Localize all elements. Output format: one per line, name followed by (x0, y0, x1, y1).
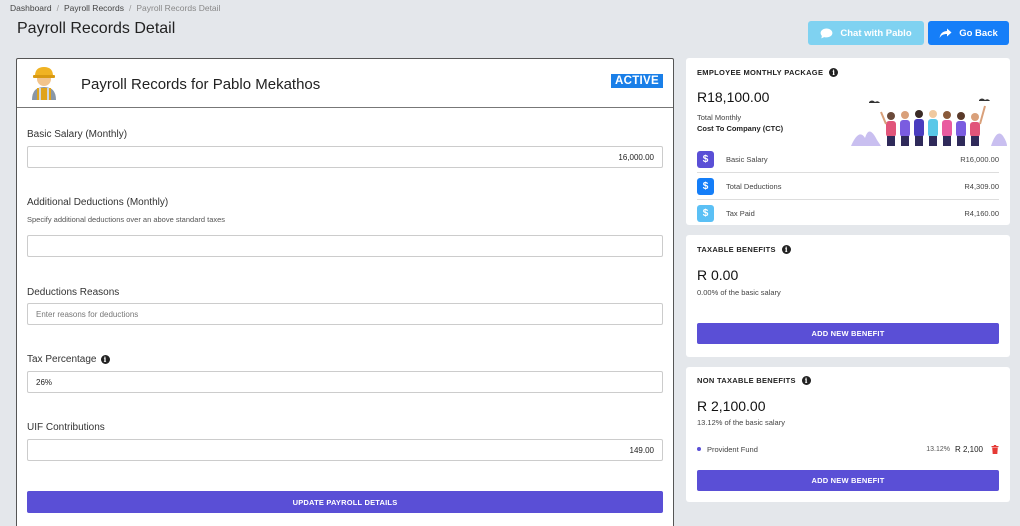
taxable-percent: 0.00% of the basic salary (697, 288, 781, 297)
package-heading: EMPLOYEE MONTHLY PACKAGE (697, 68, 824, 77)
additional-deductions-input[interactable] (27, 235, 663, 257)
non-taxable-amount: R 2,100.00 (697, 398, 766, 414)
uif-contributions-label: UIF Contributions (27, 422, 105, 433)
payroll-record-title: Payroll Records for Pablo Mekathos (81, 76, 321, 93)
trash-icon[interactable] (991, 444, 999, 454)
add-taxable-benefit-button[interactable]: ADD NEW BENEFIT (697, 323, 999, 344)
tax-percentage-label: Tax Percentage (27, 354, 97, 365)
benefit-item-value: R 2,100 (954, 444, 983, 454)
benefit-item-provident-fund: Provident Fund 13.12% R 2,100 (697, 442, 999, 456)
chat-button-label: Chat with Pablo (840, 27, 912, 39)
dollar-icon: $ (697, 151, 714, 168)
package-sub-ctc: Cost To Company (CTC) (697, 124, 784, 133)
breadcrumb-current: Payroll Records Detail (136, 3, 221, 13)
status-badge: ACTIVE (611, 74, 663, 88)
add-non-taxable-benefit-button[interactable]: ADD NEW BENEFIT (697, 470, 999, 491)
share-arrow-icon (939, 28, 952, 38)
package-row-value: R16,000.00 (960, 155, 999, 164)
chat-button[interactable]: Chat with Pablo (808, 21, 924, 45)
package-row-basic-salary: $ Basic Salary R16,000.00 (697, 147, 999, 173)
update-payroll-button[interactable]: UPDATE PAYROLL DETAILS (27, 491, 663, 513)
benefit-item-percent: 13.12% (926, 445, 950, 453)
basic-salary-input[interactable]: 16,000.00 (27, 146, 663, 168)
package-row-label: Tax Paid (726, 208, 755, 218)
taxable-benefits-card: TAXABLE BENEFITS i R 0.00 0.00% of the b… (686, 235, 1010, 357)
breadcrumb-dashboard-link[interactable]: Dashboard (10, 3, 52, 13)
package-row-total-deductions: $ Total Deductions R4,309.00 (697, 174, 999, 200)
employee-package-card: EMPLOYEE MONTHLY PACKAGE i R18,100.00 To… (686, 58, 1010, 225)
deductions-reasons-label: Deductions Reasons (27, 287, 120, 298)
tax-percentage-label-row: Tax Percentage i (27, 354, 110, 365)
go-back-label: Go Back (959, 27, 998, 39)
chat-bubble-icon (820, 28, 833, 38)
package-row-tax-paid: $ Tax Paid R4,160.00 (697, 200, 999, 226)
dollar-icon: $ (697, 204, 714, 222)
bullet-dot-icon (697, 447, 701, 451)
breadcrumb-payroll-records-link[interactable]: Payroll Records (64, 3, 124, 13)
deductions-reasons-input[interactable]: Enter reasons for deductions (27, 303, 663, 325)
payroll-form-card: Payroll Records for Pablo Mekathos ACTIV… (16, 58, 674, 526)
non-taxable-heading-row: NON TAXABLE BENEFITS i (697, 376, 811, 385)
taxable-heading: TAXABLE BENEFITS (697, 245, 776, 254)
additional-deductions-label: Additional Deductions (Monthly) (27, 197, 169, 208)
non-taxable-percent: 13.12% of the basic salary (697, 418, 785, 427)
breadcrumb: Dashboard / Payroll Records / Payroll Record… (10, 3, 221, 13)
tax-percentage-input[interactable]: 26% (27, 371, 663, 393)
info-circle-icon[interactable]: i (781, 245, 791, 254)
package-row-label: Basic Salary (726, 155, 768, 164)
non-taxable-heading: NON TAXABLE BENEFITS (697, 376, 796, 385)
construction-worker-icon (32, 67, 56, 100)
package-row-value: R4,160.00 (964, 208, 999, 218)
page-title: Payroll Records Detail (17, 20, 176, 37)
package-amount: R18,100.00 (697, 89, 770, 105)
dollar-icon: $ (697, 178, 714, 195)
taxable-heading-row: TAXABLE BENEFITS i (697, 245, 791, 254)
info-circle-icon[interactable]: i (801, 376, 811, 385)
uif-contributions-input[interactable]: 149.00 (27, 439, 663, 461)
taxable-amount: R 0.00 (697, 267, 739, 283)
go-back-button[interactable]: Go Back (928, 21, 1009, 45)
info-circle-icon[interactable]: i (829, 68, 839, 77)
package-heading-row: EMPLOYEE MONTHLY PACKAGE i (697, 68, 839, 77)
deductions-reasons-placeholder: Enter reasons for deductions (36, 309, 139, 319)
non-taxable-benefits-card: NON TAXABLE BENEFITS i R 2,100.00 13.12%… (686, 367, 1010, 502)
basic-salary-label: Basic Salary (Monthly) (27, 129, 128, 140)
info-circle-icon[interactable]: i (100, 355, 110, 364)
package-row-value: R4,309.00 (964, 182, 999, 191)
payroll-card-header: Payroll Records for Pablo Mekathos ACTIV… (17, 59, 673, 108)
package-row-label: Total Deductions (726, 182, 782, 191)
team-illustration (851, 98, 1007, 146)
benefit-item-label: Provident Fund (707, 444, 758, 454)
additional-deductions-help: Specify additional deductions over an ab… (27, 215, 226, 224)
package-sub-total-monthly: Total Monthly (697, 113, 742, 122)
